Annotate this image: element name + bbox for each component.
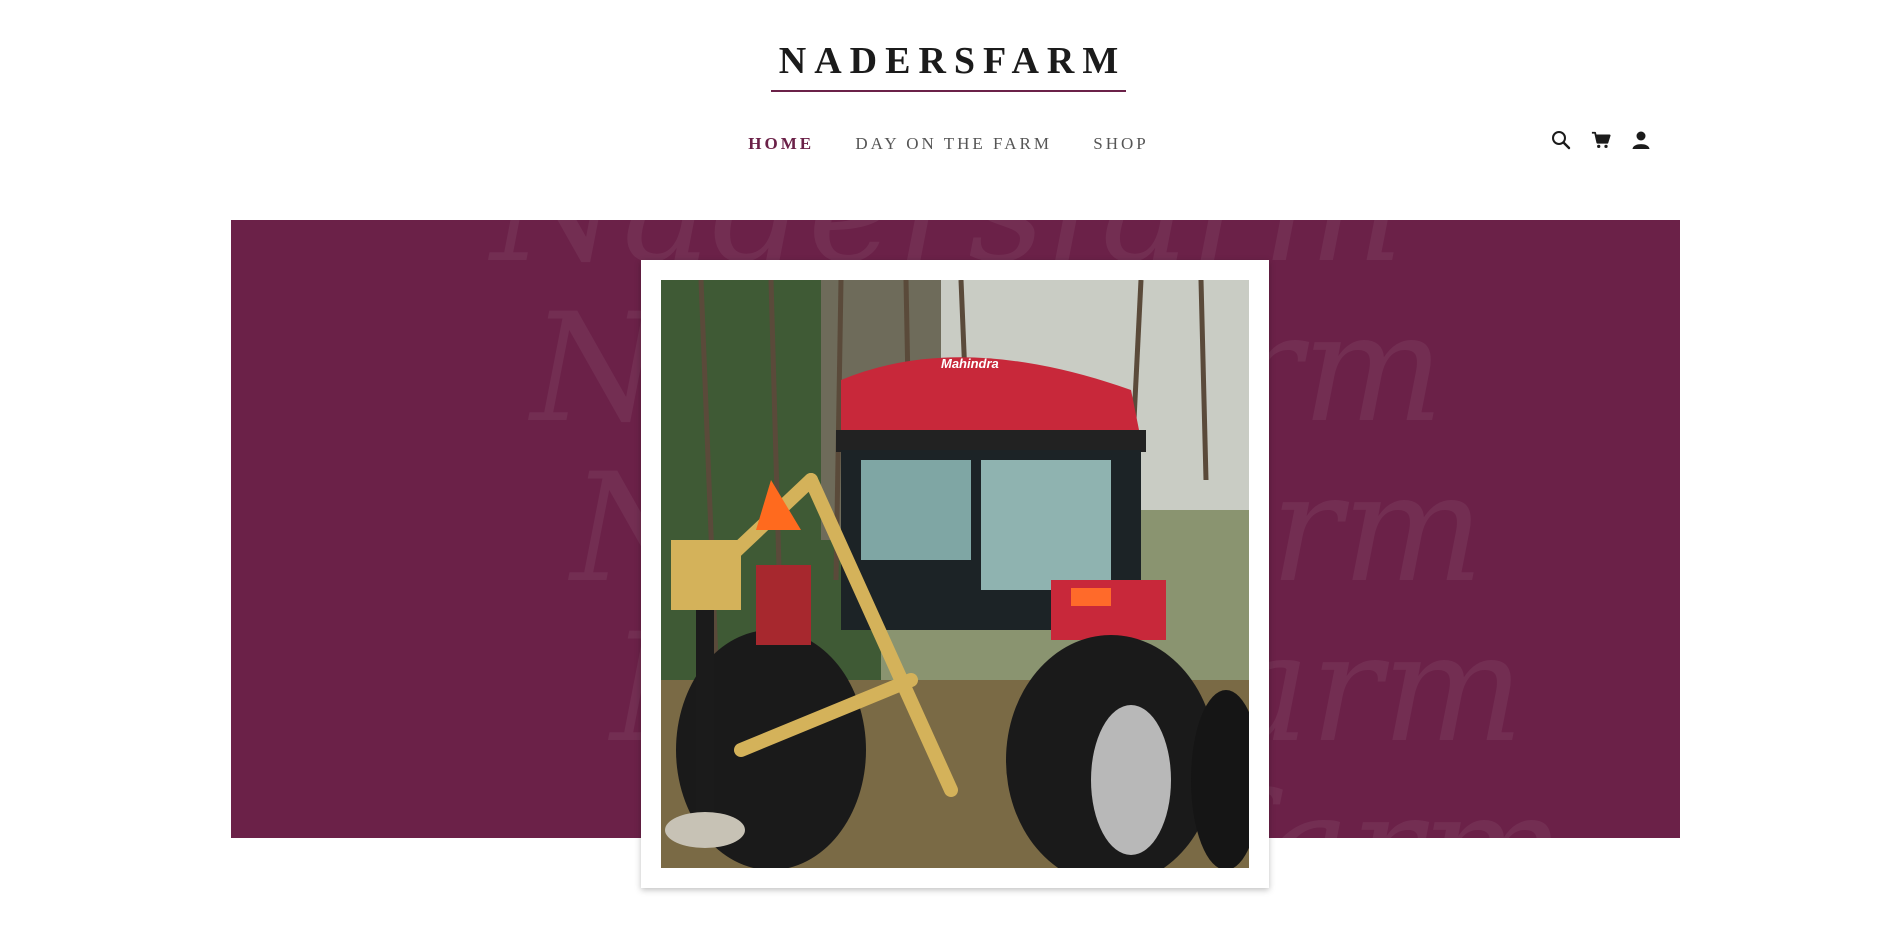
nav-item-shop[interactable]: SHOP (1093, 134, 1148, 154)
nav-item-home[interactable]: HOME (748, 134, 814, 154)
site-header: NADERSFARM HOME DAY ON THE FARM SHOP (0, 0, 1897, 200)
account-icon[interactable] (1631, 130, 1651, 150)
hero-photo-frame: Mahindra (641, 260, 1269, 888)
hero-photo: Mahindra (661, 280, 1249, 868)
cart-icon[interactable] (1591, 130, 1611, 150)
nav-item-day-on-the-farm[interactable]: DAY ON THE FARM (855, 134, 1052, 154)
tractor-brand-label: Mahindra (941, 356, 999, 371)
header-icons (1551, 130, 1651, 150)
tractor-photo: Mahindra (661, 280, 1249, 868)
search-icon[interactable] (1551, 130, 1571, 150)
logo-wrap: NADERSFARM (0, 42, 1897, 92)
site-logo[interactable]: NADERSFARM (770, 42, 1127, 92)
